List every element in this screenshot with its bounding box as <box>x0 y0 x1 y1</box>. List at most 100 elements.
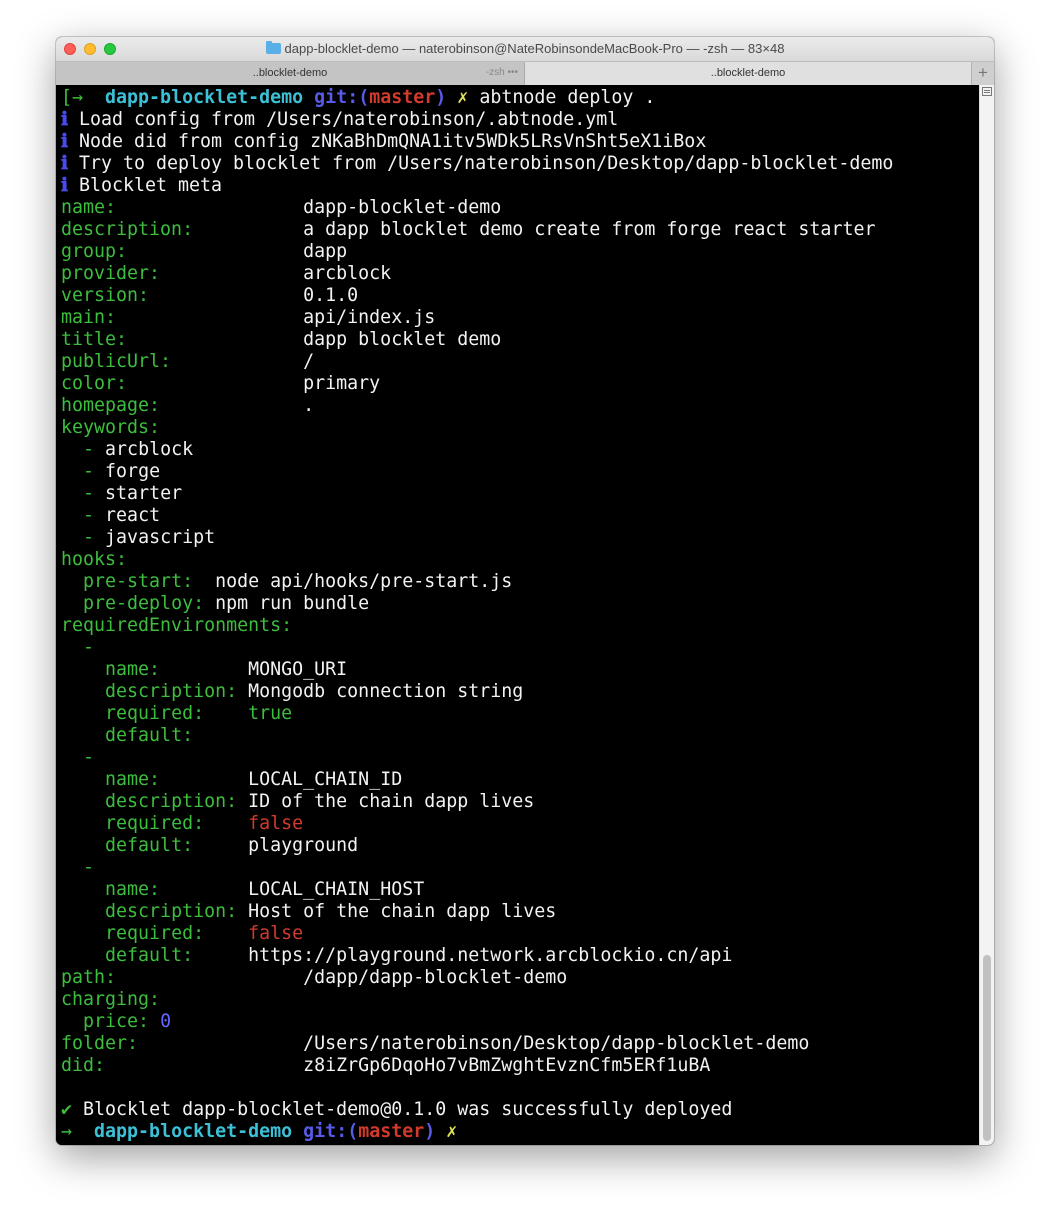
info-line: ℹ Try to deploy blocklet from /Users/nat… <box>61 153 979 175</box>
window-title: dapp-blocklet-demo — naterobinson@NateRo… <box>56 41 994 56</box>
tab-1[interactable]: ..blocklet-demo -zsh ••• <box>56 62 525 85</box>
env-line: requiredEnvironments: <box>61 615 979 637</box>
prompt-line: → dapp-blocklet-demo git:(master) ✗ <box>61 1121 979 1143</box>
env-field-key: required: <box>105 703 249 724</box>
terminal-output[interactable]: [→ dapp-blocklet-demo git:(master) ✗ abt… <box>56 85 979 1145</box>
env-field-line: default: https://playground.network.arcb… <box>61 945 979 967</box>
meta-line: main: api/index.js <box>61 307 979 329</box>
text-segment <box>61 571 83 592</box>
prompt-git-close: ) <box>424 1121 436 1142</box>
hook-value: npm run bundle <box>215 593 370 614</box>
meta-value: / <box>303 351 315 372</box>
hook-value: node api/hooks/pre-start.js <box>215 571 513 592</box>
list-dash: - <box>83 505 95 526</box>
prompt-arrow: [→ <box>61 87 84 108</box>
text-segment <box>61 659 105 680</box>
charging-key: charging: <box>61 989 161 1010</box>
prompt-git: git:( <box>314 87 370 108</box>
text-segment <box>72 1099 83 1120</box>
env-field-value: false <box>248 923 304 944</box>
keyword-item: - arcblock <box>61 439 979 461</box>
text-segment <box>292 1121 303 1142</box>
env-field-line: required: true <box>61 703 979 725</box>
env-field-key: name: <box>105 769 249 790</box>
list-dash: - <box>83 439 95 460</box>
price-value: 0 <box>160 1011 172 1032</box>
env-field-key: description: <box>105 681 249 702</box>
env-separator: - <box>61 637 979 659</box>
meta-value: dapp-blocklet-demo <box>303 197 502 218</box>
text-segment <box>68 175 79 196</box>
env-field-line: description: Host of the chain dapp live… <box>61 901 979 923</box>
text-segment <box>61 813 105 834</box>
meta-line: group: dapp <box>61 241 979 263</box>
info-icon: ℹ <box>61 131 68 152</box>
prompt-command: abtnode deploy . <box>479 87 656 108</box>
env-field-key: description: <box>105 901 249 922</box>
env-field-value: LOCAL_CHAIN_ID <box>248 769 403 790</box>
text-segment <box>61 725 105 746</box>
meta-line: version: 0.1.0 <box>61 285 979 307</box>
text-segment <box>61 703 105 724</box>
text-segment <box>61 461 83 482</box>
did-key: did: <box>61 1055 304 1076</box>
hooks-line: hooks: <box>61 549 979 571</box>
path-key: path: <box>61 967 304 988</box>
env-field-line: name: LOCAL_CHAIN_ID <box>61 769 979 791</box>
env-field-value: Host of the chain dapp lives <box>248 901 557 922</box>
charging-line: charging: <box>61 989 979 1011</box>
text-segment <box>94 505 105 526</box>
prompt-dirty-mark: ✗ <box>446 1121 458 1142</box>
vertical-scrollbar[interactable] <box>979 85 994 1145</box>
meta-key: publicUrl: <box>61 351 304 372</box>
meta-value: dapp blocklet demo <box>303 329 502 350</box>
path-line: path: /dapp/dapp-blocklet-demo <box>61 967 979 989</box>
text-segment <box>94 483 105 504</box>
tab-2[interactable]: ..blocklet-demo <box>525 62 971 85</box>
hook-key: pre-start: <box>83 571 216 592</box>
env-field-value: true <box>248 703 293 724</box>
hook-line: pre-start: node api/hooks/pre-start.js <box>61 571 979 593</box>
meta-key: version: <box>61 285 304 306</box>
prompt-git: git:( <box>303 1121 359 1142</box>
text-segment <box>94 439 105 460</box>
env-separator: - <box>61 747 979 769</box>
title-bar[interactable]: dapp-blocklet-demo — naterobinson@NateRo… <box>56 37 994 61</box>
tab-2-label: ..blocklet-demo <box>710 67 786 79</box>
did-line: did: z8iZrGp6DqoHo7vBmZwghtEvznCfm5ERf1u… <box>61 1055 979 1077</box>
env-field-value: playground <box>248 835 359 856</box>
env-field-key: default: <box>105 835 249 856</box>
env-field-key: name: <box>105 659 249 680</box>
did-value: z8iZrGp6DqoHo7vBmZwghtEvznCfm5ERf1uBA <box>303 1055 711 1076</box>
info-line: ℹ Load config from /Users/naterobinson/.… <box>61 109 979 131</box>
meta-value: arcblock <box>303 263 392 284</box>
text-segment <box>94 527 105 548</box>
info-icon: ℹ <box>61 153 68 174</box>
text-segment <box>68 131 79 152</box>
prompt-line: [→ dapp-blocklet-demo git:(master) ✗ abt… <box>61 87 979 109</box>
text-segment <box>61 791 105 812</box>
list-dash: - <box>83 857 95 878</box>
meta-value: . <box>303 395 315 416</box>
env-field-value: LOCAL_CHAIN_HOST <box>248 879 425 900</box>
list-dash: - <box>83 637 95 658</box>
keyword-item: - starter <box>61 483 979 505</box>
marks-icon[interactable] <box>982 87 992 96</box>
new-tab-button[interactable]: + <box>971 62 994 85</box>
keyword-item: - react <box>61 505 979 527</box>
scrollbar-thumb[interactable] <box>983 955 991 1141</box>
prompt-branch: master <box>369 87 436 108</box>
text-segment <box>61 923 105 944</box>
text-segment <box>61 901 105 922</box>
text-segment <box>61 879 105 900</box>
env-field-line: default: playground <box>61 835 979 857</box>
text-segment <box>435 1121 446 1142</box>
meta-key: description: <box>61 219 304 240</box>
info-text: Try to deploy blocklet from /Users/nater… <box>78 153 894 174</box>
tab-bar: ..blocklet-demo -zsh ••• ..blocklet-demo… <box>56 61 994 85</box>
hook-line: pre-deploy: npm run bundle <box>61 593 979 615</box>
meta-key: homepage: <box>61 395 304 416</box>
info-text: Blocklet meta <box>78 175 223 196</box>
text-segment <box>61 945 105 966</box>
text-segment <box>61 593 83 614</box>
